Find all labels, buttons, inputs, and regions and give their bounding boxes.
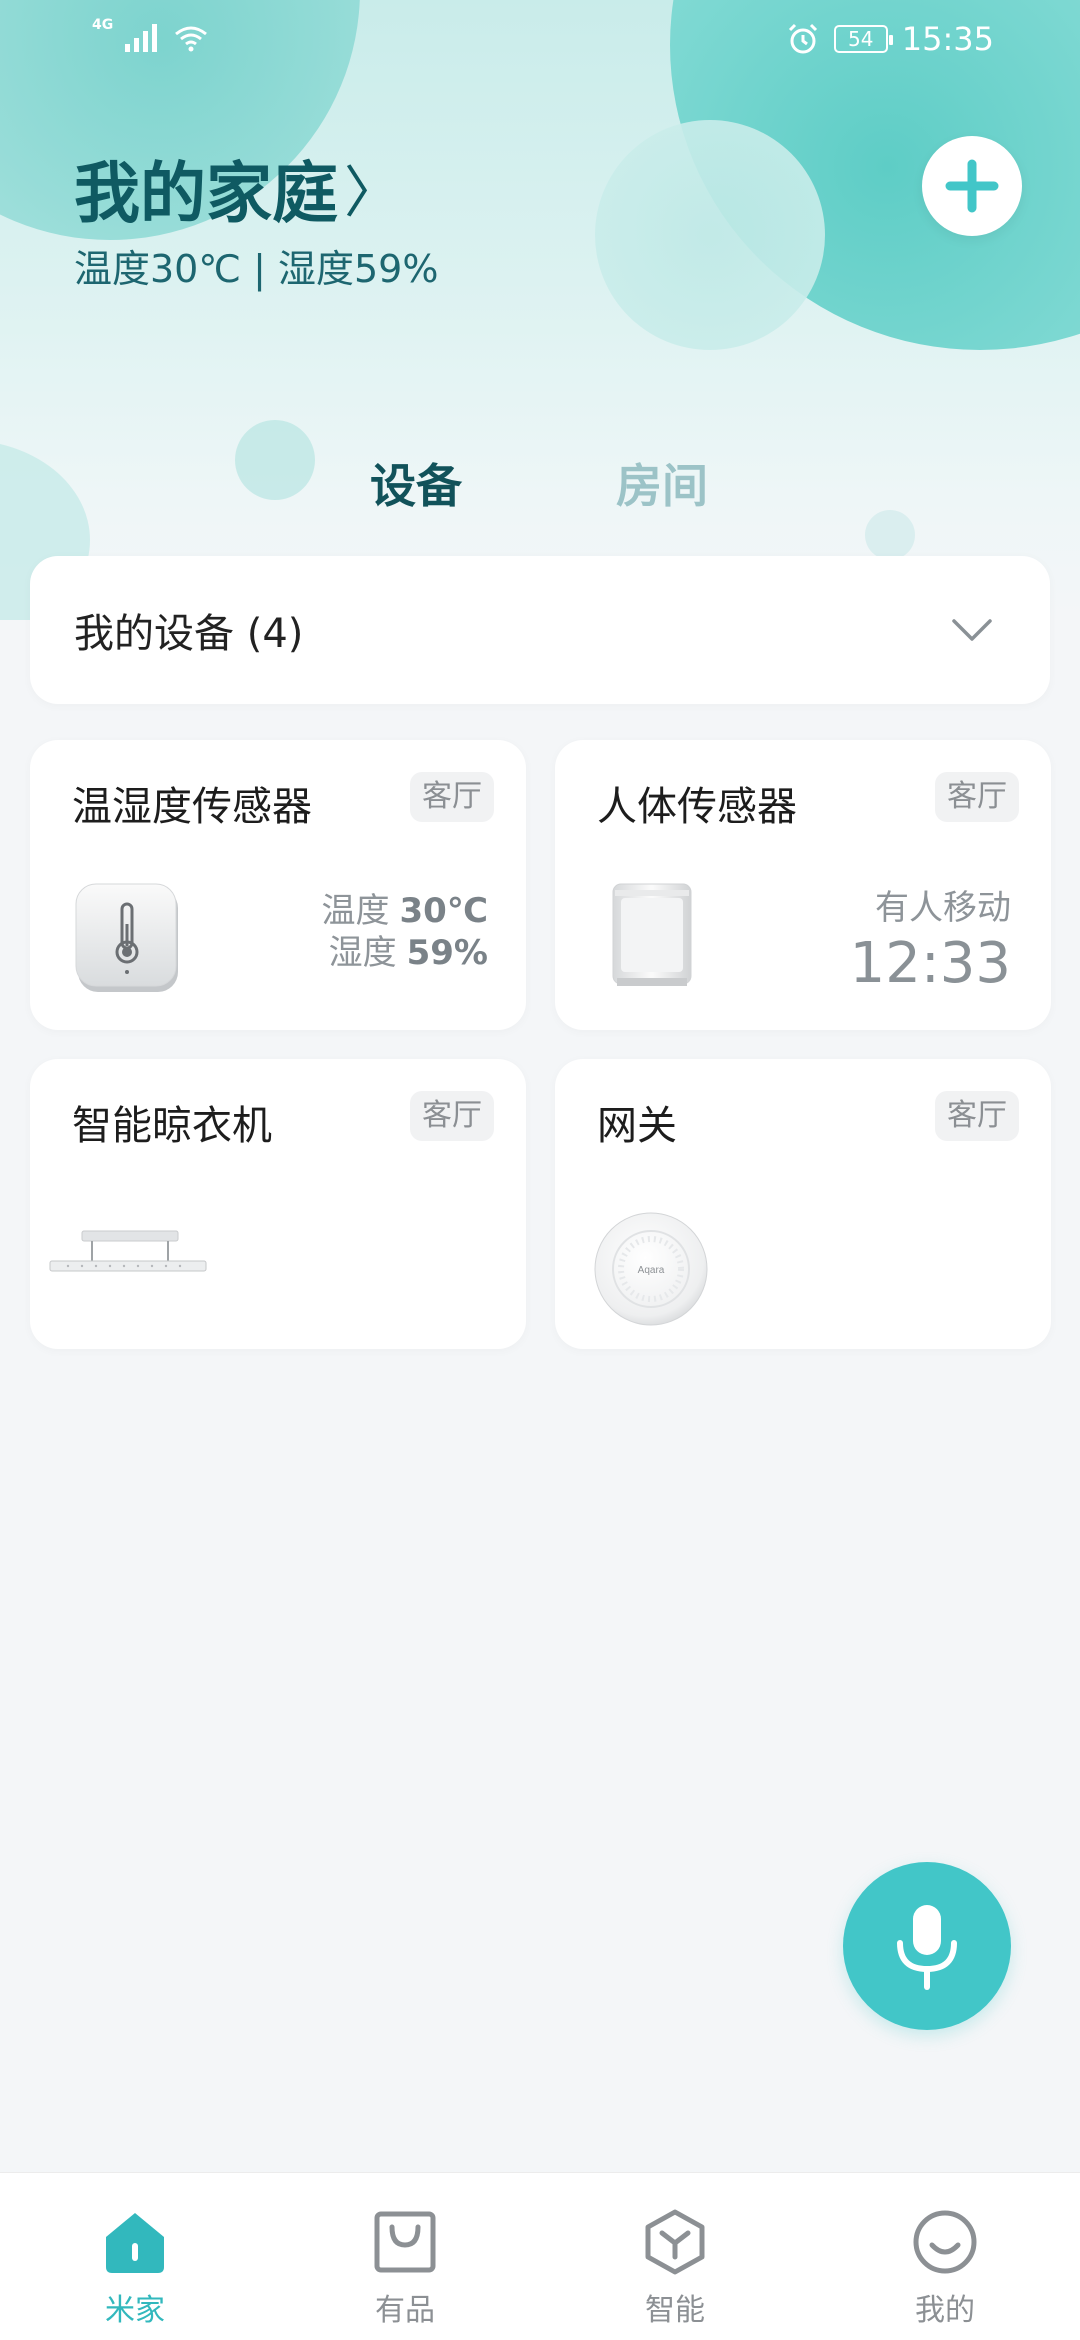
home-icon (106, 2213, 164, 2273)
tab-devices[interactable]: 设备 (370, 450, 462, 516)
status-left: 4G (92, 17, 209, 52)
device-name: 温湿度传感器 (72, 784, 312, 830)
device-card-gateway[interactable]: 网关 客厅 Aqara (555, 1059, 1051, 1349)
device-name: 智能晾衣机 (72, 1103, 272, 1149)
motion-sensor-icon (612, 883, 692, 986)
motion-status: 有人移动 12:33 (850, 880, 1011, 996)
device-card-motion-sensor[interactable]: 人体传感器 客厅 有人移动 12:33 (555, 740, 1051, 1030)
humidity-row: 湿度 59% (322, 932, 488, 974)
humidity-value: 59% (406, 933, 488, 973)
status-bar: 4G 54 15:35 (0, 0, 1080, 84)
battery-indicator: 54 (833, 25, 893, 53)
humidity-label: 湿度 (328, 933, 397, 973)
room-badge: 客厅 (935, 1091, 1019, 1141)
chevron-down-icon (952, 619, 992, 641)
nav-label: 智能 (645, 2293, 705, 2328)
temperature-label: 温度 (321, 891, 390, 931)
home-selector[interactable]: 我的家庭 〉 (74, 140, 400, 236)
nav-label: 我的 (915, 2293, 975, 2328)
add-device-button[interactable] (922, 136, 1022, 236)
nav-item-smart[interactable]: 智能 (540, 2173, 810, 2340)
sensor-readings: 温度 30℃ 湿度 59% (322, 890, 489, 974)
motion-last-time: 12:33 (849, 931, 1011, 996)
device-name: 网关 (597, 1103, 677, 1149)
smiley-profile-icon (913, 2210, 977, 2274)
microphone-icon (897, 1905, 957, 1990)
voice-assistant-button[interactable] (843, 1862, 1011, 2030)
nav-item-home[interactable]: 米家 (0, 2173, 270, 2340)
cell-signal-icon (125, 24, 158, 52)
home-climate-summary: 温度30℃ | 湿度59% (74, 247, 439, 291)
chevron-right-icon: 〉 (344, 160, 400, 226)
view-tabs: 设备 房间 (0, 450, 1080, 520)
status-time: 15:35 (901, 20, 994, 58)
gateway-brand-text: Aqara (638, 1265, 665, 1276)
nav-label: 有品 (375, 2293, 435, 2328)
temperature-row: 温度 30℃ (322, 890, 489, 932)
room-badge: 客厅 (410, 1091, 494, 1141)
motion-status-label: 有人移动 (875, 888, 1011, 928)
tab-rooms[interactable]: 房间 (616, 450, 708, 516)
nav-label: 米家 (105, 2293, 165, 2328)
smart-cube-icon (645, 2209, 705, 2275)
status-right: 54 15:35 (786, 20, 994, 58)
device-group-header[interactable]: 我的设备 (4) (30, 556, 1050, 704)
nav-item-profile[interactable]: 我的 (810, 2173, 1080, 2340)
nav-item-youpin[interactable]: 有品 (270, 2173, 540, 2340)
room-badge: 客厅 (410, 772, 494, 822)
room-badge: 客厅 (935, 772, 1019, 822)
bottom-navigation: 米家 有品 智能 我的 (0, 2172, 1080, 2340)
device-group-title: 我的设备 (4) (74, 611, 304, 657)
home-title: 我的家庭 (74, 155, 338, 232)
device-name: 人体传感器 (597, 784, 797, 830)
gateway-icon: Aqara (594, 1212, 708, 1326)
header-background (0, 0, 1080, 620)
shopping-bag-icon (374, 2211, 436, 2273)
temperature-value: 30℃ (399, 891, 489, 931)
device-card-temp-humidity-sensor[interactable]: 温湿度传感器 客厅 温度 30℃ 湿度 59% (30, 740, 526, 1030)
plus-icon (945, 159, 999, 213)
thermometer-sensor-icon (75, 883, 178, 992)
decor-bubble (595, 120, 825, 350)
device-card-clothes-dryer[interactable]: 智能晾衣机 客厅 (30, 1059, 526, 1349)
wifi-icon (175, 26, 208, 52)
alarm-icon (788, 23, 817, 54)
clothes-dryer-icon (49, 1230, 207, 1272)
network-type: 4G (92, 17, 114, 33)
